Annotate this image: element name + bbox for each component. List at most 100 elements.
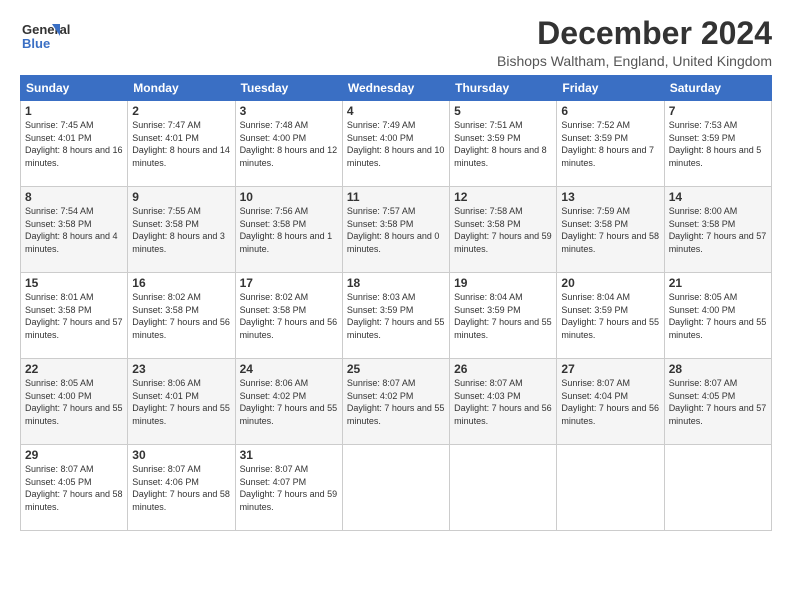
table-row: 11Sunrise: 7:57 AM Sunset: 3:58 PM Dayli… (342, 187, 449, 273)
table-row: 1Sunrise: 7:45 AM Sunset: 4:01 PM Daylig… (21, 101, 128, 187)
col-monday: Monday (128, 76, 235, 101)
table-row: 21Sunrise: 8:05 AM Sunset: 4:00 PM Dayli… (664, 273, 771, 359)
calendar-header-row: Sunday Monday Tuesday Wednesday Thursday… (21, 76, 772, 101)
cell-day-number: 23 (132, 362, 230, 376)
cell-day-info: Sunrise: 8:04 AM Sunset: 3:59 PM Dayligh… (454, 291, 552, 341)
cell-day-info: Sunrise: 7:57 AM Sunset: 3:58 PM Dayligh… (347, 205, 445, 255)
logo: General Blue (20, 16, 85, 56)
table-row: 8Sunrise: 7:54 AM Sunset: 3:58 PM Daylig… (21, 187, 128, 273)
cell-day-number: 6 (561, 104, 659, 118)
cell-day-info: Sunrise: 8:06 AM Sunset: 4:01 PM Dayligh… (132, 377, 230, 427)
table-row: 7Sunrise: 7:53 AM Sunset: 3:59 PM Daylig… (664, 101, 771, 187)
cell-day-number: 30 (132, 448, 230, 462)
table-row: 26Sunrise: 8:07 AM Sunset: 4:03 PM Dayli… (450, 359, 557, 445)
cell-day-number: 2 (132, 104, 230, 118)
col-wednesday: Wednesday (342, 76, 449, 101)
table-row: 6Sunrise: 7:52 AM Sunset: 3:59 PM Daylig… (557, 101, 664, 187)
cell-day-info: Sunrise: 7:52 AM Sunset: 3:59 PM Dayligh… (561, 119, 659, 169)
cell-day-info: Sunrise: 7:54 AM Sunset: 3:58 PM Dayligh… (25, 205, 123, 255)
cell-day-number: 16 (132, 276, 230, 290)
col-thursday: Thursday (450, 76, 557, 101)
cell-day-info: Sunrise: 8:00 AM Sunset: 3:58 PM Dayligh… (669, 205, 767, 255)
cell-day-info: Sunrise: 8:01 AM Sunset: 3:58 PM Dayligh… (25, 291, 123, 341)
table-row (342, 445, 449, 531)
calendar-week-row: 15Sunrise: 8:01 AM Sunset: 3:58 PM Dayli… (21, 273, 772, 359)
logo-icon: General Blue (20, 16, 85, 56)
cell-day-number: 29 (25, 448, 123, 462)
cell-day-info: Sunrise: 8:07 AM Sunset: 4:07 PM Dayligh… (240, 463, 338, 513)
cell-day-info: Sunrise: 7:55 AM Sunset: 3:58 PM Dayligh… (132, 205, 230, 255)
table-row: 12Sunrise: 7:58 AM Sunset: 3:58 PM Dayli… (450, 187, 557, 273)
cell-day-info: Sunrise: 8:05 AM Sunset: 4:00 PM Dayligh… (669, 291, 767, 341)
table-row: 23Sunrise: 8:06 AM Sunset: 4:01 PM Dayli… (128, 359, 235, 445)
table-row: 24Sunrise: 8:06 AM Sunset: 4:02 PM Dayli… (235, 359, 342, 445)
table-row (664, 445, 771, 531)
cell-day-number: 15 (25, 276, 123, 290)
table-row: 31Sunrise: 8:07 AM Sunset: 4:07 PM Dayli… (235, 445, 342, 531)
table-row: 22Sunrise: 8:05 AM Sunset: 4:00 PM Dayli… (21, 359, 128, 445)
cell-day-info: Sunrise: 7:45 AM Sunset: 4:01 PM Dayligh… (25, 119, 123, 169)
calendar-week-row: 29Sunrise: 8:07 AM Sunset: 4:05 PM Dayli… (21, 445, 772, 531)
cell-day-number: 8 (25, 190, 123, 204)
cell-day-info: Sunrise: 7:47 AM Sunset: 4:01 PM Dayligh… (132, 119, 230, 169)
col-saturday: Saturday (664, 76, 771, 101)
cell-day-info: Sunrise: 8:03 AM Sunset: 3:59 PM Dayligh… (347, 291, 445, 341)
table-row: 29Sunrise: 8:07 AM Sunset: 4:05 PM Dayli… (21, 445, 128, 531)
cell-day-number: 14 (669, 190, 767, 204)
cell-day-info: Sunrise: 7:49 AM Sunset: 4:00 PM Dayligh… (347, 119, 445, 169)
cell-day-number: 10 (240, 190, 338, 204)
svg-text:General: General (22, 22, 70, 37)
col-sunday: Sunday (21, 76, 128, 101)
table-row: 16Sunrise: 8:02 AM Sunset: 3:58 PM Dayli… (128, 273, 235, 359)
cell-day-number: 5 (454, 104, 552, 118)
table-row: 2Sunrise: 7:47 AM Sunset: 4:01 PM Daylig… (128, 101, 235, 187)
table-row: 17Sunrise: 8:02 AM Sunset: 3:58 PM Dayli… (235, 273, 342, 359)
cell-day-info: Sunrise: 8:05 AM Sunset: 4:00 PM Dayligh… (25, 377, 123, 427)
cell-day-info: Sunrise: 8:02 AM Sunset: 3:58 PM Dayligh… (132, 291, 230, 341)
cell-day-number: 12 (454, 190, 552, 204)
cell-day-info: Sunrise: 7:48 AM Sunset: 4:00 PM Dayligh… (240, 119, 338, 169)
cell-day-number: 25 (347, 362, 445, 376)
cell-day-info: Sunrise: 8:07 AM Sunset: 4:05 PM Dayligh… (25, 463, 123, 513)
table-row: 3Sunrise: 7:48 AM Sunset: 4:00 PM Daylig… (235, 101, 342, 187)
cell-day-number: 21 (669, 276, 767, 290)
cell-day-info: Sunrise: 7:51 AM Sunset: 3:59 PM Dayligh… (454, 119, 552, 169)
cell-day-number: 27 (561, 362, 659, 376)
table-row: 4Sunrise: 7:49 AM Sunset: 4:00 PM Daylig… (342, 101, 449, 187)
table-row: 27Sunrise: 8:07 AM Sunset: 4:04 PM Dayli… (557, 359, 664, 445)
cell-day-number: 11 (347, 190, 445, 204)
cell-day-info: Sunrise: 8:07 AM Sunset: 4:03 PM Dayligh… (454, 377, 552, 427)
cell-day-info: Sunrise: 7:59 AM Sunset: 3:58 PM Dayligh… (561, 205, 659, 255)
cell-day-number: 13 (561, 190, 659, 204)
table-row (557, 445, 664, 531)
location-subtitle: Bishops Waltham, England, United Kingdom (497, 53, 772, 69)
table-row: 25Sunrise: 8:07 AM Sunset: 4:02 PM Dayli… (342, 359, 449, 445)
cell-day-number: 31 (240, 448, 338, 462)
cell-day-info: Sunrise: 8:06 AM Sunset: 4:02 PM Dayligh… (240, 377, 338, 427)
page: General Blue December 2024 Bishops Walth… (0, 0, 792, 612)
cell-day-number: 18 (347, 276, 445, 290)
table-row: 10Sunrise: 7:56 AM Sunset: 3:58 PM Dayli… (235, 187, 342, 273)
table-row: 15Sunrise: 8:01 AM Sunset: 3:58 PM Dayli… (21, 273, 128, 359)
col-friday: Friday (557, 76, 664, 101)
title-block: December 2024 Bishops Waltham, England, … (497, 16, 772, 69)
cell-day-info: Sunrise: 8:07 AM Sunset: 4:02 PM Dayligh… (347, 377, 445, 427)
cell-day-number: 24 (240, 362, 338, 376)
cell-day-number: 28 (669, 362, 767, 376)
cell-day-number: 26 (454, 362, 552, 376)
cell-day-info: Sunrise: 7:58 AM Sunset: 3:58 PM Dayligh… (454, 205, 552, 255)
table-row: 18Sunrise: 8:03 AM Sunset: 3:59 PM Dayli… (342, 273, 449, 359)
table-row: 13Sunrise: 7:59 AM Sunset: 3:58 PM Dayli… (557, 187, 664, 273)
table-row: 5Sunrise: 7:51 AM Sunset: 3:59 PM Daylig… (450, 101, 557, 187)
month-title: December 2024 (497, 16, 772, 51)
svg-text:Blue: Blue (22, 36, 50, 51)
calendar-table: Sunday Monday Tuesday Wednesday Thursday… (20, 75, 772, 531)
cell-day-info: Sunrise: 8:07 AM Sunset: 4:06 PM Dayligh… (132, 463, 230, 513)
table-row: 14Sunrise: 8:00 AM Sunset: 3:58 PM Dayli… (664, 187, 771, 273)
table-row (450, 445, 557, 531)
cell-day-number: 1 (25, 104, 123, 118)
cell-day-number: 19 (454, 276, 552, 290)
cell-day-number: 17 (240, 276, 338, 290)
cell-day-info: Sunrise: 8:02 AM Sunset: 3:58 PM Dayligh… (240, 291, 338, 341)
cell-day-number: 20 (561, 276, 659, 290)
